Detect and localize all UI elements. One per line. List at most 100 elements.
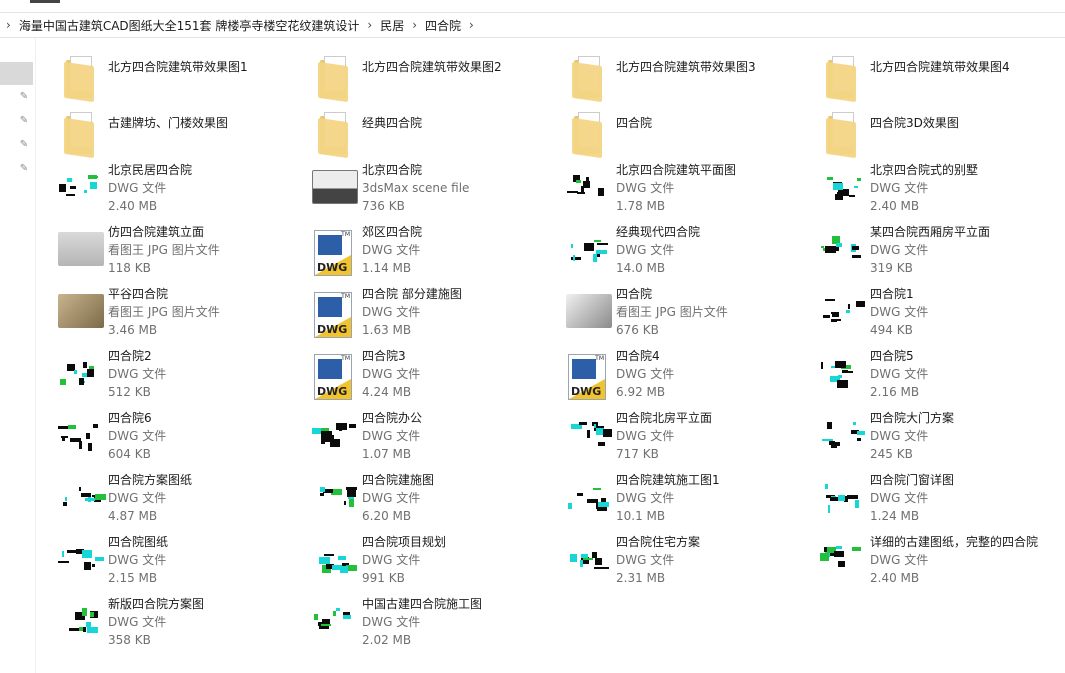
image-thumbnail <box>562 288 612 336</box>
file-item[interactable]: 北京四合院建筑平面图 DWG 文件 1.78 MB <box>558 160 808 218</box>
item-text: 四合院门窗详图 DWG 文件 1.24 MB <box>870 471 1060 525</box>
file-item[interactable]: 四合院项目规划 DWG 文件 991 KB <box>304 532 554 590</box>
item-text: 四合院3D效果图 <box>870 114 1060 132</box>
file-item[interactable]: 四合院办公 DWG 文件 1.07 MB <box>304 408 554 466</box>
file-item[interactable]: DWG TM 四合院3 DWG 文件 4.24 MB <box>304 346 554 404</box>
cad-thumbnail <box>54 350 104 398</box>
file-item[interactable]: 经典现代四合院 DWG 文件 14.0 MB <box>558 222 808 280</box>
chevron-right-icon[interactable]: › <box>463 18 480 32</box>
file-item[interactable]: 四合院北房平立面 DWG 文件 717 KB <box>558 408 808 466</box>
chevron-right-icon[interactable]: › <box>0 18 17 32</box>
file-item[interactable]: DWG TM 郊区四合院 DWG 文件 1.14 MB <box>304 222 554 280</box>
cad-drawing-thumbnail <box>566 546 612 574</box>
pin-icon[interactable]: ✎ <box>18 91 30 103</box>
item-name: 四合院 部分建施图 <box>362 287 462 301</box>
file-item[interactable]: 四合院2 DWG 文件 512 KB <box>50 346 300 404</box>
file-item[interactable]: 中国古建四合院施工图 DWG 文件 2.02 MB <box>304 594 554 652</box>
item-size: 2.40 MB <box>870 199 920 213</box>
item-type: DWG 文件 <box>362 305 421 319</box>
pin-icon[interactable]: ✎ <box>18 115 30 127</box>
file-item[interactable]: 北京四合院式的别墅 DWG 文件 2.40 MB <box>812 160 1062 218</box>
breadcrumb-siheyuan[interactable]: 四合院 <box>423 17 463 34</box>
file-item[interactable]: DWG TM 四合院4 DWG 文件 6.92 MB <box>558 346 808 404</box>
item-text: 四合院 <box>616 114 806 132</box>
item-type: DWG 文件 <box>870 181 929 195</box>
file-item[interactable]: 北京民居四合院 DWG 文件 2.40 MB <box>50 160 300 218</box>
photo-thumbnail <box>58 294 104 328</box>
file-item[interactable]: 仿四合院建筑立面 看图王 JPG 图片文件 118 KB <box>50 222 300 280</box>
cad-thumbnail <box>562 474 612 522</box>
cad-drawing-thumbnail <box>566 174 612 202</box>
file-item[interactable]: 北京四合院 3dsMax scene file 736 KB <box>304 160 554 218</box>
item-type: 3dsMax scene file <box>362 181 470 195</box>
item-type: DWG 文件 <box>108 491 167 505</box>
file-item[interactable]: 四合院建筑施工图1 DWG 文件 10.1 MB <box>558 470 808 528</box>
item-name: 四合院建施图 <box>362 473 435 487</box>
item-text: 古建牌坊、门楼效果图 <box>108 114 298 132</box>
folder-item[interactable]: 古建牌坊、门楼效果图 <box>50 104 300 162</box>
folder-item[interactable]: 北方四合院建筑带效果图3 <box>558 48 808 106</box>
item-size: 6.20 MB <box>362 509 412 523</box>
file-item[interactable]: DWG TM 四合院 部分建施图 DWG 文件 1.63 MB <box>304 284 554 342</box>
breadcrumb-root[interactable]: 海量中国古建筑CAD图纸大全151套 牌楼亭寺楼空花纹建筑设计 <box>17 17 362 34</box>
cad-drawing-thumbnail <box>58 174 104 202</box>
folder-item[interactable]: 四合院3D效果图 <box>812 104 1062 162</box>
nav-selected-item[interactable] <box>0 62 33 85</box>
folder-item[interactable]: 四合院 <box>558 104 808 162</box>
photo-thumbnail <box>58 232 104 266</box>
file-item[interactable]: 四合院方案图纸 DWG 文件 4.87 MB <box>50 470 300 528</box>
file-item[interactable]: 四合院建施图 DWG 文件 6.20 MB <box>304 470 554 528</box>
item-name: 北方四合院建筑带效果图1 <box>108 60 248 74</box>
item-name: 古建牌坊、门楼效果图 <box>108 116 229 130</box>
item-type: DWG 文件 <box>870 491 929 505</box>
item-name: 经典四合院 <box>362 116 423 130</box>
folder-item[interactable]: 北方四合院建筑带效果图4 <box>812 48 1062 106</box>
file-item[interactable]: 四合院6 DWG 文件 604 KB <box>50 408 300 466</box>
tm-mark: TM <box>595 355 604 362</box>
chevron-right-icon[interactable]: › <box>361 18 378 32</box>
file-item[interactable]: 四合院1 DWG 文件 494 KB <box>812 284 1062 342</box>
pin-icon[interactable]: ✎ <box>18 139 30 151</box>
item-text: 四合院6 DWG 文件 604 KB <box>108 409 298 463</box>
file-item[interactable]: 四合院住宅方案 DWG 文件 2.31 MB <box>558 532 808 590</box>
item-text: 北京民居四合院 DWG 文件 2.40 MB <box>108 161 298 215</box>
folder-icon <box>816 52 864 103</box>
file-item[interactable]: 四合院 看图王 JPG 图片文件 676 KB <box>558 284 808 342</box>
pin-icon[interactable]: ✎ <box>18 163 30 175</box>
file-item[interactable]: 四合院5 DWG 文件 2.16 MB <box>812 346 1062 404</box>
folder-item[interactable]: 经典四合院 <box>304 104 554 162</box>
cad-drawing-thumbnail <box>312 484 358 512</box>
item-text: 四合院 看图王 JPG 图片文件 676 KB <box>616 285 806 339</box>
item-type: DWG 文件 <box>108 181 167 195</box>
item-name: 四合院图纸 <box>108 535 169 549</box>
item-name: 北方四合院建筑带效果图4 <box>870 60 1010 74</box>
cad-drawing-thumbnail <box>566 236 612 264</box>
item-text: 经典现代四合院 DWG 文件 14.0 MB <box>616 223 806 277</box>
address-bar[interactable]: › 海量中国古建筑CAD图纸大全151套 牌楼亭寺楼空花纹建筑设计 › 民居 ›… <box>0 12 1065 38</box>
file-item[interactable]: 四合院图纸 DWG 文件 2.15 MB <box>50 532 300 590</box>
item-name: 四合院北房平立面 <box>616 411 713 425</box>
item-name: 四合院办公 <box>362 411 423 425</box>
file-item[interactable]: 新版四合院方案图 DWG 文件 358 KB <box>50 594 300 652</box>
chevron-right-icon[interactable]: › <box>406 18 423 32</box>
item-size-row: 2.40 MB <box>870 569 1060 587</box>
item-text: 四合院项目规划 DWG 文件 991 KB <box>362 533 552 587</box>
folder-item[interactable]: 北方四合院建筑带效果图1 <box>50 48 300 106</box>
file-item[interactable]: 平谷四合院 看图王 JPG 图片文件 3.46 MB <box>50 284 300 342</box>
item-size: 1.14 MB <box>362 261 412 275</box>
file-item[interactable]: 四合院大门方案 DWG 文件 245 KB <box>812 408 1062 466</box>
file-item[interactable]: 某四合院西厢房平立面 DWG 文件 319 KB <box>812 222 1062 280</box>
item-type: DWG 文件 <box>108 429 167 443</box>
file-item[interactable]: 四合院门窗详图 DWG 文件 1.24 MB <box>812 470 1062 528</box>
item-type: DWG 文件 <box>616 243 675 257</box>
item-name: 四合院住宅方案 <box>616 535 701 549</box>
item-size-row: 118 KB <box>108 259 298 277</box>
folder-item[interactable]: 北方四合院建筑带效果图2 <box>304 48 554 106</box>
breadcrumb-minju[interactable]: 民居 <box>378 17 406 34</box>
item-type: DWG 文件 <box>870 429 929 443</box>
item-name: 北方四合院建筑带效果图3 <box>616 60 756 74</box>
item-text: 北方四合院建筑带效果图3 <box>616 58 806 76</box>
item-type: DWG 文件 <box>362 367 421 381</box>
file-item[interactable]: 详细的古建图纸，完整的四合院 DWG 文件 2.40 MB <box>812 532 1062 590</box>
item-size: 1.24 MB <box>870 509 920 523</box>
